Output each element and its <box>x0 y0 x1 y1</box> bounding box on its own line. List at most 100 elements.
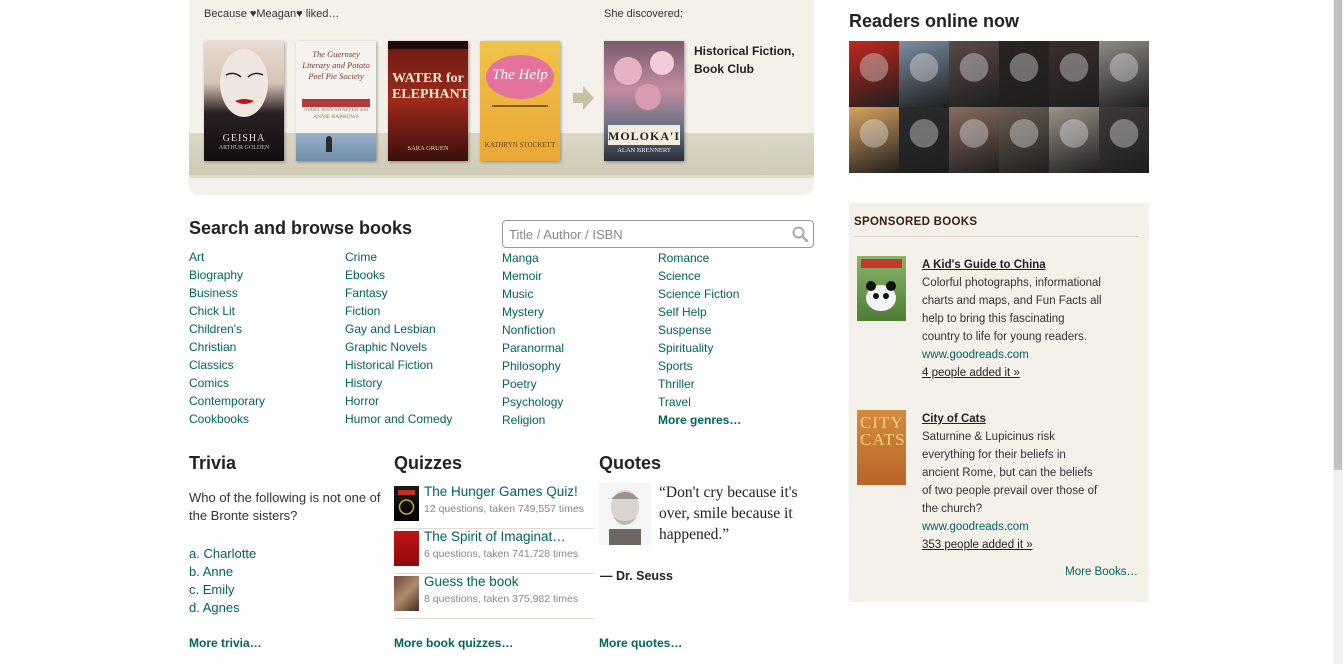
quote-author[interactable]: ― Dr. Seuss <box>600 569 673 583</box>
genre-link-fantasy[interactable]: Fantasy <box>345 284 452 302</box>
genre-link-thriller[interactable]: Thriller <box>658 375 741 393</box>
sponsored-book-description: Saturnine & Lupicinus risk everything fo… <box>922 431 1098 515</box>
reader-avatar[interactable] <box>949 107 999 173</box>
sponsored-book-title[interactable]: City of Cats <box>922 410 1102 428</box>
search-box <box>502 220 814 248</box>
genre-link-memoir[interactable]: Memoir <box>502 267 564 285</box>
sponsored-item: A Kid's Guide to China Colorful photogra… <box>922 256 1102 382</box>
scrollbar[interactable] <box>1333 0 1343 664</box>
trivia-answer[interactable]: b. Anne <box>189 563 256 581</box>
quote-text: “Don't cry because it's over, smile beca… <box>659 484 798 543</box>
book-cover-guernsey[interactable]: The Guernsey Literary and Potato Peel Pi… <box>296 41 376 161</box>
genre-link-paranormal[interactable]: Paranormal <box>502 339 564 357</box>
quiz-item[interactable]: The Spirit of Imaginat… 6 questions, tak… <box>394 529 594 574</box>
genre-link-chick-lit[interactable]: Chick Lit <box>189 302 265 320</box>
author-portrait-icon[interactable] <box>599 483 651 545</box>
discovered-label: She discovered: <box>604 8 683 20</box>
sponsored-book-added[interactable]: 353 people added it » <box>922 536 1102 554</box>
quiz-title[interactable]: The Spirit of Imaginat… <box>424 529 566 544</box>
genre-link-biography[interactable]: Biography <box>189 266 265 284</box>
genre-link-self-help[interactable]: Self Help <box>658 303 741 321</box>
genre-link-suspense[interactable]: Suspense <box>658 321 741 339</box>
divider <box>854 236 1139 237</box>
genre-link-christian[interactable]: Christian <box>189 338 265 356</box>
genre-link-sports[interactable]: Sports <box>658 357 741 375</box>
reader-avatar[interactable] <box>949 41 999 107</box>
genre-tag[interactable]: Historical Fiction, <box>694 42 795 60</box>
genre-link-fiction[interactable]: Fiction <box>345 302 452 320</box>
genre-link-science-fiction[interactable]: Science Fiction <box>658 285 741 303</box>
genre-link-cookbooks[interactable]: Cookbooks <box>189 410 265 428</box>
genre-link-graphic-novels[interactable]: Graphic Novels <box>345 338 452 356</box>
genre-link-poetry[interactable]: Poetry <box>502 375 564 393</box>
genre-link-horror[interactable]: Horror <box>345 392 452 410</box>
panda-icon <box>861 259 902 311</box>
genre-link-crime[interactable]: Crime <box>345 248 452 266</box>
search-input[interactable] <box>503 221 783 247</box>
genre-link-classics[interactable]: Classics <box>189 356 265 374</box>
genre-link-art[interactable]: Art <box>189 248 265 266</box>
recommendation-panel: Because ♥Meagan♥ liked… She discovered: … <box>189 0 814 195</box>
cover-title: The Guernsey Literary and Potato Peel Pi… <box>302 49 370 81</box>
reader-avatar[interactable] <box>899 41 949 107</box>
trivia-answer[interactable]: c. Emily <box>189 581 256 599</box>
mockingjay-icon <box>398 490 415 515</box>
sponsored-book-url[interactable]: www.goodreads.com <box>922 346 1102 364</box>
genre-link-nonfiction[interactable]: Nonfiction <box>502 321 564 339</box>
discovered-genres: Historical Fiction, Book Club <box>694 42 795 78</box>
genre-link-comics[interactable]: Comics <box>189 374 265 392</box>
book-cover-geisha[interactable]: GEISHA ARTHUR GOLDEN <box>204 41 284 161</box>
genre-tag[interactable]: Book Club <box>694 60 795 78</box>
genre-link-business[interactable]: Business <box>189 284 265 302</box>
genre-link-travel[interactable]: Travel <box>658 393 741 411</box>
genre-link-gay-and-lesbian[interactable]: Gay and Lesbian <box>345 320 452 338</box>
sponsored-cover[interactable]: CITY CATS <box>857 410 906 485</box>
sponsored-cover[interactable] <box>857 256 906 321</box>
more-books-link[interactable]: More Books… <box>1065 566 1138 578</box>
quiz-title[interactable]: Guess the book <box>424 574 519 589</box>
reader-avatar[interactable] <box>999 107 1049 173</box>
genre-link-childrens[interactable]: Children's <box>189 320 265 338</box>
book-cover-water-for-elephants[interactable]: WATER for ELEPHANTS SARA GRUEN <box>388 41 468 161</box>
reader-avatar[interactable] <box>1049 41 1099 107</box>
genre-link-religion[interactable]: Religion <box>502 411 564 429</box>
trivia-answer[interactable]: d. Agnes <box>189 599 256 617</box>
search-icon[interactable] <box>792 226 808 242</box>
sponsored-book-title[interactable]: A Kid's Guide to China <box>922 256 1102 274</box>
genre-link-ebooks[interactable]: Ebooks <box>345 266 452 284</box>
reader-avatar[interactable] <box>1099 107 1149 173</box>
scrollbar-thumb[interactable] <box>1334 0 1342 470</box>
more-genres-link[interactable]: More genres… <box>658 411 741 429</box>
reader-avatar[interactable] <box>1049 107 1099 173</box>
genre-link-history[interactable]: History <box>345 374 452 392</box>
genre-link-historical-fiction[interactable]: Historical Fiction <box>345 356 452 374</box>
quiz-title[interactable]: The Hunger Games Quiz! <box>424 484 578 499</box>
book-cover-the-help[interactable]: The Help KATHRYN STOCKETT <box>480 41 560 161</box>
genre-link-romance[interactable]: Romance <box>658 249 741 267</box>
genre-link-music[interactable]: Music <box>502 285 564 303</box>
more-trivia-link[interactable]: More trivia… <box>189 636 262 650</box>
genre-link-psychology[interactable]: Psychology <box>502 393 564 411</box>
genre-link-contemporary[interactable]: Contemporary <box>189 392 265 410</box>
trivia-answer[interactable]: a. Charlotte <box>189 545 256 563</box>
book-cover-molokai[interactable]: MOLOKA'I ALAN BRENNERT <box>604 41 684 161</box>
more-quotes-link[interactable]: More quotes… <box>599 636 682 650</box>
sponsored-book-url[interactable]: www.goodreads.com <box>922 518 1102 536</box>
reader-avatar[interactable] <box>849 107 899 173</box>
reader-avatar[interactable] <box>899 107 949 173</box>
genre-column-1: Art Biography Business Chick Lit Childre… <box>189 248 265 428</box>
genre-link-mystery[interactable]: Mystery <box>502 303 564 321</box>
quotes-title: Quotes <box>599 453 662 473</box>
reader-avatar[interactable] <box>1099 41 1149 107</box>
more-quizzes-link[interactable]: More book quizzes… <box>394 636 513 650</box>
genre-link-philosophy[interactable]: Philosophy <box>502 357 564 375</box>
genre-link-spirituality[interactable]: Spirituality <box>658 339 741 357</box>
genre-link-science[interactable]: Science <box>658 267 741 285</box>
reader-avatar[interactable] <box>849 41 899 107</box>
quiz-item[interactable]: Guess the book 8 questions, taken 375,98… <box>394 574 594 619</box>
quiz-item[interactable]: The Hunger Games Quiz! 12 questions, tak… <box>394 484 594 529</box>
genre-link-manga[interactable]: Manga <box>502 249 564 267</box>
sponsored-book-added[interactable]: 4 people added it » <box>922 364 1102 382</box>
genre-link-humor-and-comedy[interactable]: Humor and Comedy <box>345 410 452 428</box>
reader-avatar[interactable] <box>999 41 1049 107</box>
